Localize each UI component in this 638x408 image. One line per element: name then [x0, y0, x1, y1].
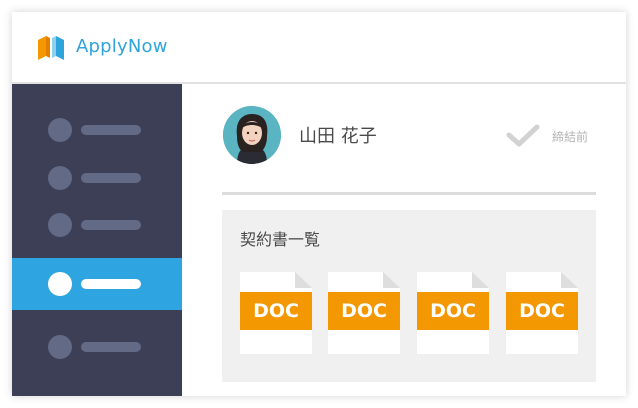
document-list-panel: 契約書一覧 DOC DOC DOC DOC [222, 210, 596, 382]
status-label: 締結前 [552, 130, 589, 144]
sidebar-item-label-placeholder [81, 342, 141, 352]
sidebar-item-label-placeholder [81, 279, 141, 289]
circle-icon [48, 213, 72, 237]
sidebar [12, 84, 182, 396]
sidebar-item-label-placeholder [81, 173, 141, 183]
document-item[interactable]: DOC [240, 272, 312, 354]
document-type-badge: DOC [240, 292, 312, 330]
app-name[interactable]: ApplyNow [76, 36, 168, 57]
document-item[interactable]: DOC [506, 272, 578, 354]
divider [222, 192, 596, 195]
document-list-title: 契約書一覧 [240, 230, 321, 249]
circle-icon [48, 272, 72, 296]
page-fold [472, 272, 489, 288]
page-fold [383, 272, 400, 288]
page-fold [561, 272, 578, 288]
user-name: 山田 花子 [299, 126, 377, 147]
circle-icon [48, 335, 72, 359]
sidebar-item-3[interactable] [12, 199, 182, 251]
document-type-badge: DOC [328, 292, 400, 330]
sidebar-item-label-placeholder [81, 125, 141, 135]
sidebar-item-1[interactable] [12, 104, 182, 156]
circle-icon [48, 118, 72, 142]
sidebar-item-2[interactable] [12, 152, 182, 204]
avatar[interactable] [223, 106, 281, 164]
applynow-logo-icon [38, 36, 64, 60]
checkmark-icon [506, 124, 540, 147]
sidebar-item-4-active[interactable] [12, 258, 182, 310]
sidebar-item-5[interactable] [12, 321, 182, 373]
circle-icon [48, 166, 72, 190]
app-window: ApplyNow 山田 花子 締結前 契約書一覧 DOC DOC DOC DOC [12, 12, 626, 396]
header: ApplyNow [12, 12, 626, 84]
page-fold [295, 272, 312, 288]
main-content: 山田 花子 締結前 契約書一覧 DOC DOC DOC DOC [182, 84, 626, 396]
document-item[interactable]: DOC [417, 272, 489, 354]
document-type-badge: DOC [506, 292, 578, 330]
user-photo-icon [223, 106, 281, 164]
sidebar-item-label-placeholder [81, 220, 141, 230]
document-item[interactable]: DOC [328, 272, 400, 354]
document-type-badge: DOC [417, 292, 489, 330]
